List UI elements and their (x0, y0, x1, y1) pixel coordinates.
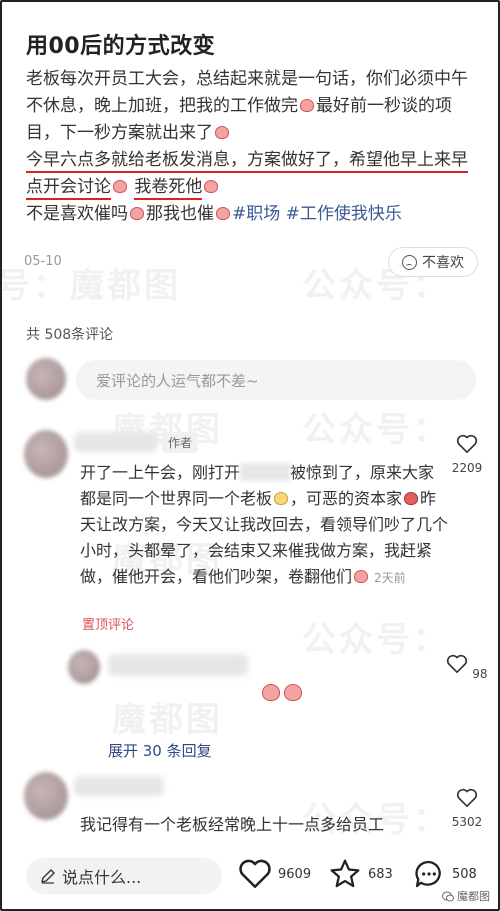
say-placeholder: 说点什么... (62, 868, 142, 887)
like-total: 9609 (278, 866, 312, 882)
expand-replies-link[interactable]: 展开 30 条回复 (108, 740, 212, 761)
post-body: 老板每次开员工大会，总结起来就是一句话，你们必须中午不休息，晚上加班，把我的工作… (26, 66, 482, 228)
avatar[interactable] (24, 772, 68, 820)
username-blurred[interactable] (74, 776, 164, 796)
username-blurred[interactable] (108, 654, 248, 676)
avatar[interactable] (68, 650, 100, 684)
sob-emoji-icon (215, 126, 229, 139)
sob-emoji-icon (216, 207, 230, 220)
sob-emoji-icon (284, 684, 302, 701)
favorite-total: 683 (368, 866, 393, 882)
username-blurred[interactable] (74, 432, 158, 452)
hashtag-link[interactable]: #职场 (232, 204, 280, 224)
hashtag-link[interactable]: #工作使我快乐 (286, 204, 402, 224)
like-count: 5302 (451, 815, 483, 829)
blurred-text (240, 463, 291, 481)
avatar[interactable] (26, 358, 66, 400)
star-icon (330, 859, 360, 888)
author-badge: 作者 (162, 432, 199, 453)
avatar[interactable] (24, 430, 68, 478)
favorite-button[interactable]: 683 (328, 858, 393, 890)
watermark: 魔都图 (112, 700, 223, 740)
wechat-logo-icon (442, 891, 454, 901)
post-title: 用00后的方式改变 (26, 34, 216, 59)
frown-face-icon (402, 254, 417, 270)
sob-emoji-icon (113, 180, 127, 193)
like-button[interactable]: 98 (444, 654, 490, 681)
comment-time: 2天前 (374, 571, 406, 585)
reply-content (260, 684, 304, 704)
comment-total: 508 (452, 866, 477, 882)
heart-icon (239, 859, 271, 889)
comment-text: 我记得有一个老板经常晚上十一点多给员工 (80, 815, 385, 834)
sob-emoji-icon (300, 99, 314, 112)
dislike-label: 不喜欢 (422, 255, 464, 271)
pencil-icon (41, 869, 55, 884)
say-something-input[interactable]: 说点什么... (26, 858, 222, 894)
heart-icon (456, 434, 478, 453)
brand-name: 魔都图 (457, 890, 490, 903)
like-button[interactable]: 2209 (444, 434, 490, 475)
angry-emoji-icon (404, 492, 419, 505)
bottom-action-bar: 说点什么... 9609 683 508 魔都图 (2, 848, 498, 909)
dislike-button[interactable]: 不喜欢 (388, 247, 478, 277)
post-text: 不是喜欢催吗 (26, 204, 128, 224)
sob-emoji-icon (354, 570, 369, 583)
heart-icon (456, 788, 478, 807)
like-post-button[interactable]: 9609 (238, 858, 311, 890)
sob-emoji-icon (130, 207, 144, 220)
post-date: 05-10 (24, 254, 62, 269)
highlighted-text: 今早六点多就给老板发消息，方案做好了，希望他早上来早点开会讨论 (26, 150, 468, 200)
sob-emoji-icon (262, 684, 280, 701)
pinned-comment-label: 置顶评论 (82, 618, 135, 633)
sob-emoji-icon (204, 180, 219, 193)
watermark: 公众号： (302, 620, 450, 660)
comment-bubble-icon (415, 860, 441, 888)
like-count: 2209 (451, 461, 483, 475)
comment-count: 共 508条评论 (26, 327, 114, 343)
comment-input[interactable]: 爱评论的人运气都不差~ (76, 360, 476, 400)
like-count: 98 (472, 667, 488, 681)
post-text: 那我也催 (146, 204, 214, 224)
like-button[interactable]: 5302 (444, 788, 490, 829)
comment-text: 开了一上午会，刚打开 被惊到了，原来大家都是同一个世界同一个老板 ，可恶的资本家 昨天… (80, 460, 450, 591)
comment-text-part: 开了一上午会，刚打开 (80, 463, 241, 482)
grin-emoji-icon (274, 492, 289, 505)
brand-watermark: 魔都图 (442, 888, 490, 904)
comment-button[interactable]: 508 (412, 858, 477, 890)
watermark: 公众号： (302, 410, 450, 450)
post-detail-screen: 号：魔都图 公众号： 魔都图 公众号： 魔都图 公众号： 魔都图 公众号： 用0… (0, 0, 500, 911)
comment-text-part: ，可恶的资本家 (290, 489, 403, 508)
highlighted-text: 我卷死他 (134, 177, 203, 200)
heart-icon (447, 654, 468, 673)
